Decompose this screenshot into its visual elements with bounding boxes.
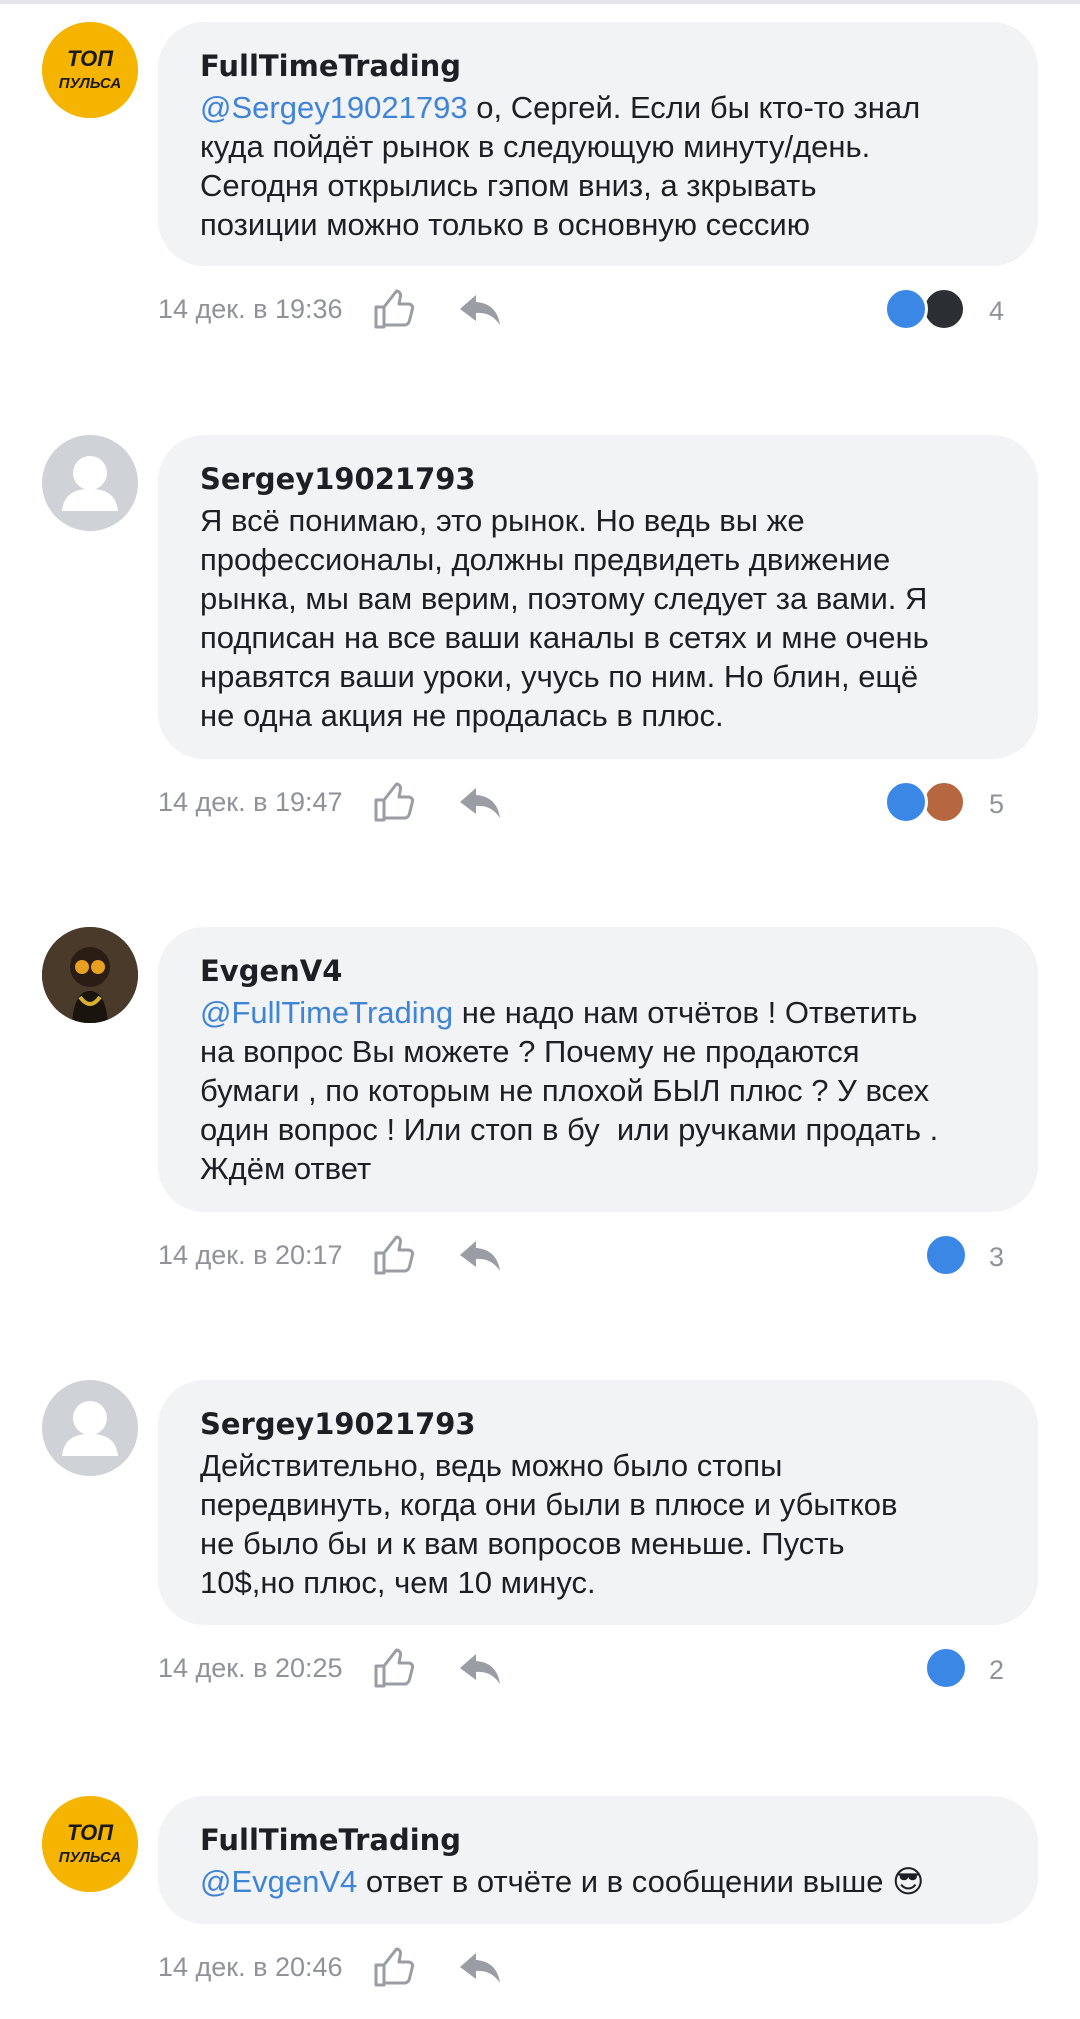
avatar-badge-line2: ПУЛЬСА	[59, 75, 121, 92]
comment-meta: 14 дек. в 19:47 5	[158, 772, 1038, 832]
comment-author[interactable]: FullTimeTrading	[200, 48, 998, 84]
thumb-up-icon[interactable]	[370, 1943, 418, 1991]
avatar[interactable]: ТОП ПУЛЬСА	[42, 1796, 138, 1892]
avatar[interactable]	[42, 1380, 138, 1476]
comment-time: 14 дек. в 19:36	[158, 294, 343, 324]
like-reaction-icon	[924, 1233, 968, 1277]
like-reaction-icon	[884, 780, 928, 824]
comment-author[interactable]: Sergey19021793	[200, 461, 998, 497]
comment-author[interactable]: FullTimeTrading	[200, 1822, 998, 1858]
avatar[interactable]	[42, 927, 138, 1023]
reaction-count: 3	[988, 1242, 1004, 1272]
reaction-count: 5	[988, 789, 1004, 819]
mention-link[interactable]: @EvgenV4	[200, 1864, 357, 1899]
reactions[interactable]: 4	[884, 287, 1004, 331]
comment-time: 14 дек. в 20:25	[158, 1653, 343, 1683]
top-divider	[0, 0, 1080, 4]
comment-bubble: Sergey19021793 Я всё понимаю, это рынок.…	[158, 435, 1038, 759]
reply-arrow-icon[interactable]	[456, 1945, 504, 1989]
comment-author[interactable]: Sergey19021793	[200, 1406, 998, 1442]
comment-text: @FullTimeTrading не надо нам отчётов ! О…	[200, 993, 998, 1188]
thumb-up-icon[interactable]	[370, 1231, 418, 1279]
thumb-up-icon[interactable]	[370, 1644, 418, 1692]
like-reaction-icon	[884, 287, 928, 331]
thumb-up-icon[interactable]	[370, 285, 418, 333]
comment-time: 14 дек. в 20:46	[158, 1952, 343, 1982]
comment-bubble: Sergey19021793 Действительно, ведь можно…	[158, 1380, 1038, 1625]
reaction-count: 2	[988, 1655, 1004, 1685]
avatar-badge-line1: ТОП	[67, 46, 114, 71]
comment-text: Действительно, ведь можно было стопы пер…	[200, 1448, 898, 1600]
avatar-badge-line2: ПУЛЬСА	[59, 1849, 121, 1866]
comment-bubble: FullTimeTrading @Sergey19021793 о, Серге…	[158, 22, 1038, 266]
mention-link[interactable]: @FullTimeTrading	[200, 995, 453, 1030]
reactions[interactable]: 3	[924, 1233, 1004, 1277]
comment-meta: 14 дек. в 19:36 4	[158, 279, 1038, 339]
comment-meta: 14 дек. в 20:25 2	[158, 1638, 1038, 1698]
mention-link[interactable]: @Sergey19021793	[200, 90, 468, 125]
comment-text: @EvgenV4 ответ в отчёте и в сообщении вы…	[200, 1862, 998, 1901]
reply-arrow-icon[interactable]	[456, 780, 504, 824]
reactions[interactable]: 2	[924, 1646, 1004, 1690]
comment-time: 14 дек. в 20:17	[158, 1240, 343, 1270]
comment-body: ответ в отчёте и в сообщении выше 😎	[357, 1864, 925, 1899]
reactions[interactable]: 5	[884, 780, 1004, 824]
thumb-up-icon[interactable]	[370, 778, 418, 826]
avatar-badge-line1: ТОП	[67, 1820, 114, 1845]
reply-arrow-icon[interactable]	[456, 1233, 504, 1277]
reaction-count: 4	[988, 296, 1004, 326]
like-reaction-icon	[924, 1646, 968, 1690]
reply-arrow-icon[interactable]	[456, 287, 504, 331]
comment-bubble: FullTimeTrading @EvgenV4 ответ в отчёте …	[158, 1796, 1038, 1924]
comment-author[interactable]: EvgenV4	[200, 953, 998, 989]
avatar[interactable]	[42, 435, 138, 531]
sofa-reaction-icon	[922, 780, 966, 824]
comment-meta: 14 дек. в 20:17 3	[158, 1225, 1038, 1285]
comment-meta: 14 дек. в 20:46	[158, 1937, 1038, 1997]
comment-text: @Sergey19021793 о, Сергей. Если бы кто-т…	[200, 88, 998, 244]
comment-text: Я всё понимаю, это рынок. Но ведь вы же …	[200, 503, 929, 733]
comment-time: 14 дек. в 19:47	[158, 787, 343, 817]
comment-bubble: EvgenV4 @FullTimeTrading не надо нам отч…	[158, 927, 1038, 1212]
rocket-reaction-icon	[922, 287, 966, 331]
avatar[interactable]: ТОП ПУЛЬСА	[42, 22, 138, 118]
reply-arrow-icon[interactable]	[456, 1646, 504, 1690]
